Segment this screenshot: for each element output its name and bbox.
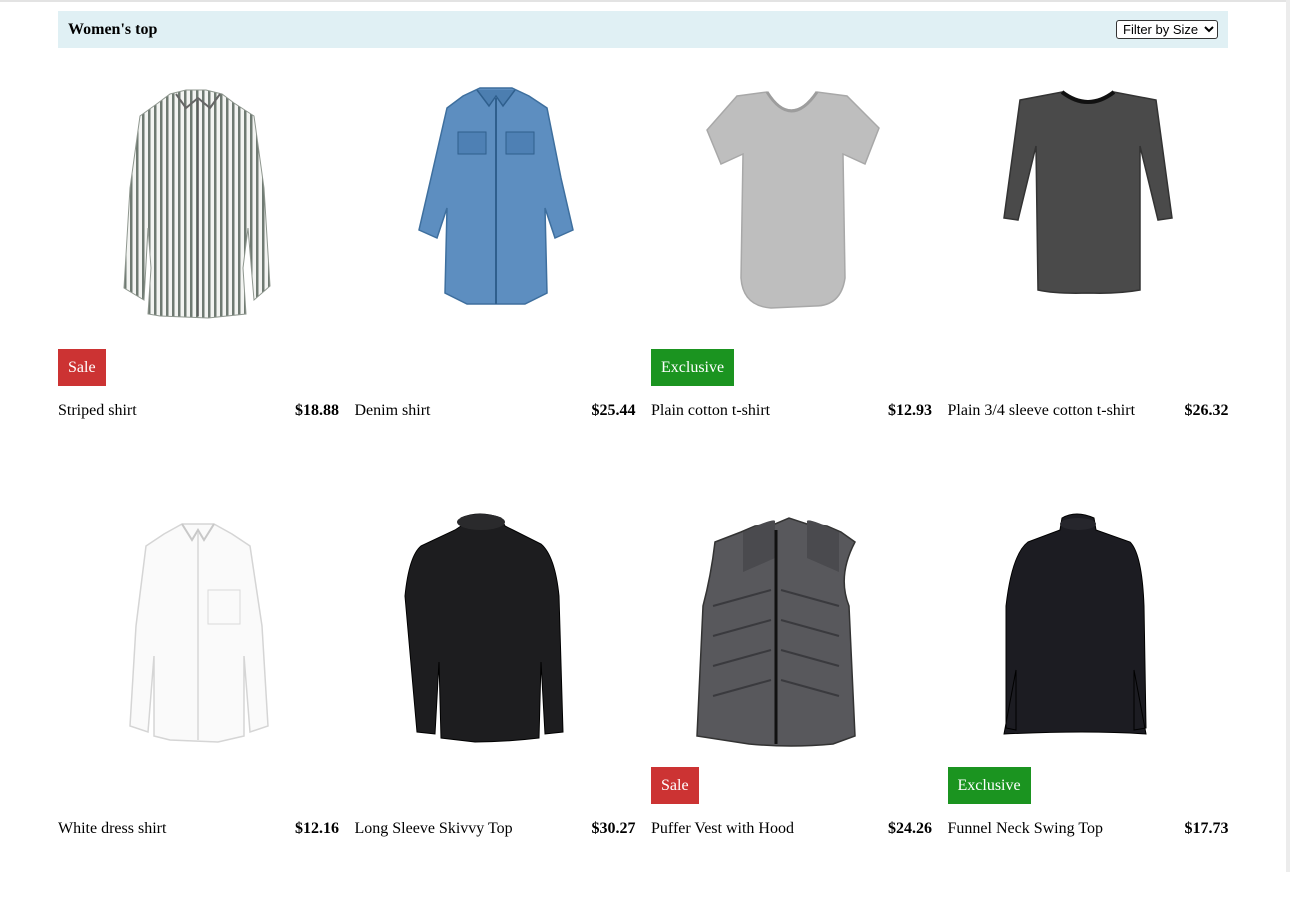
denim-shirt-image[interactable] (355, 68, 636, 338)
product-name[interactable]: Striped shirt (58, 400, 137, 422)
product-card[interactable]: Exclusive Funnel Neck Swing Top $17.73 (947, 486, 1229, 904)
product-name[interactable]: Long Sleeve Skivvy Top (355, 818, 513, 840)
product-price: $30.27 (591, 820, 636, 837)
product-name[interactable]: White dress shirt (58, 818, 166, 840)
charcoal-tshirt-image[interactable] (948, 68, 1229, 338)
grey-tshirt-image[interactable] (651, 68, 932, 338)
product-price: $18.88 (295, 402, 339, 419)
size-filter-select[interactable]: Filter by Size (1116, 20, 1218, 39)
product-name[interactable]: Plain cotton t-shirt (651, 400, 770, 422)
product-card[interactable]: Sale Striped shirt $18.88 (58, 68, 339, 486)
product-name[interactable]: Denim shirt (355, 400, 431, 422)
swing-top-image[interactable] (948, 486, 1229, 756)
product-card[interactable]: Denim shirt $25.44 (355, 68, 636, 486)
black-skivvy-image[interactable] (355, 486, 636, 756)
product-card[interactable]: Long Sleeve Skivvy Top $30.27 (355, 486, 636, 904)
exclusive-badge: Exclusive (947, 767, 1031, 804)
white-shirt-image[interactable] (58, 486, 339, 756)
product-info: Plain cotton t-shirt $12.93 (651, 400, 932, 422)
product-row: White dress shirt $12.16 Long Sleeve Ski… (58, 486, 1229, 904)
product-price: $26.32 (1184, 402, 1229, 419)
product-info: White dress shirt $12.16 (58, 818, 339, 840)
product-info: Plain 3/4 sleeve cotton t-shirt $26.32 (948, 400, 1229, 422)
product-price: $24.26 (888, 820, 932, 837)
striped-shirt-image[interactable] (58, 68, 339, 338)
sale-badge: Sale (58, 349, 106, 386)
product-card[interactable]: White dress shirt $12.16 (58, 486, 339, 904)
product-card[interactable]: Plain 3/4 sleeve cotton t-shirt $26.32 (948, 68, 1229, 486)
product-card[interactable]: Exclusive Plain cotton t-shirt $12.93 (651, 68, 932, 486)
category-header: Women's top Filter by Size (58, 11, 1228, 48)
product-price: $17.73 (1184, 820, 1229, 837)
puffer-vest-image[interactable] (651, 486, 932, 756)
scrollbar-track (1286, 0, 1290, 872)
product-info: Puffer Vest with Hood $24.26 (651, 818, 932, 840)
product-name[interactable]: Puffer Vest with Hood (651, 818, 794, 840)
product-name[interactable]: Plain 3/4 sleeve cotton t-shirt (948, 400, 1136, 422)
page-title: Women's top (68, 20, 158, 38)
product-info: Funnel Neck Swing Top $17.73 (948, 818, 1229, 840)
product-info: Striped shirt $18.88 (58, 400, 339, 422)
product-info: Denim shirt $25.44 (355, 400, 636, 422)
exclusive-badge: Exclusive (651, 349, 735, 386)
product-info: Long Sleeve Skivvy Top $30.27 (355, 818, 636, 840)
top-border (0, 0, 1287, 2)
product-row: Sale Striped shirt $18.88 Denim shirt $2… (58, 68, 1229, 486)
product-price: $12.16 (295, 820, 339, 837)
product-card[interactable]: Sale Puffer Vest with Hood $24.26 (651, 486, 932, 904)
product-name[interactable]: Funnel Neck Swing Top (948, 818, 1103, 840)
sale-badge: Sale (651, 767, 699, 804)
product-price: $12.93 (888, 402, 932, 419)
product-price: $25.44 (591, 402, 636, 419)
product-grid: Sale Striped shirt $18.88 Denim shirt $2… (58, 68, 1229, 904)
